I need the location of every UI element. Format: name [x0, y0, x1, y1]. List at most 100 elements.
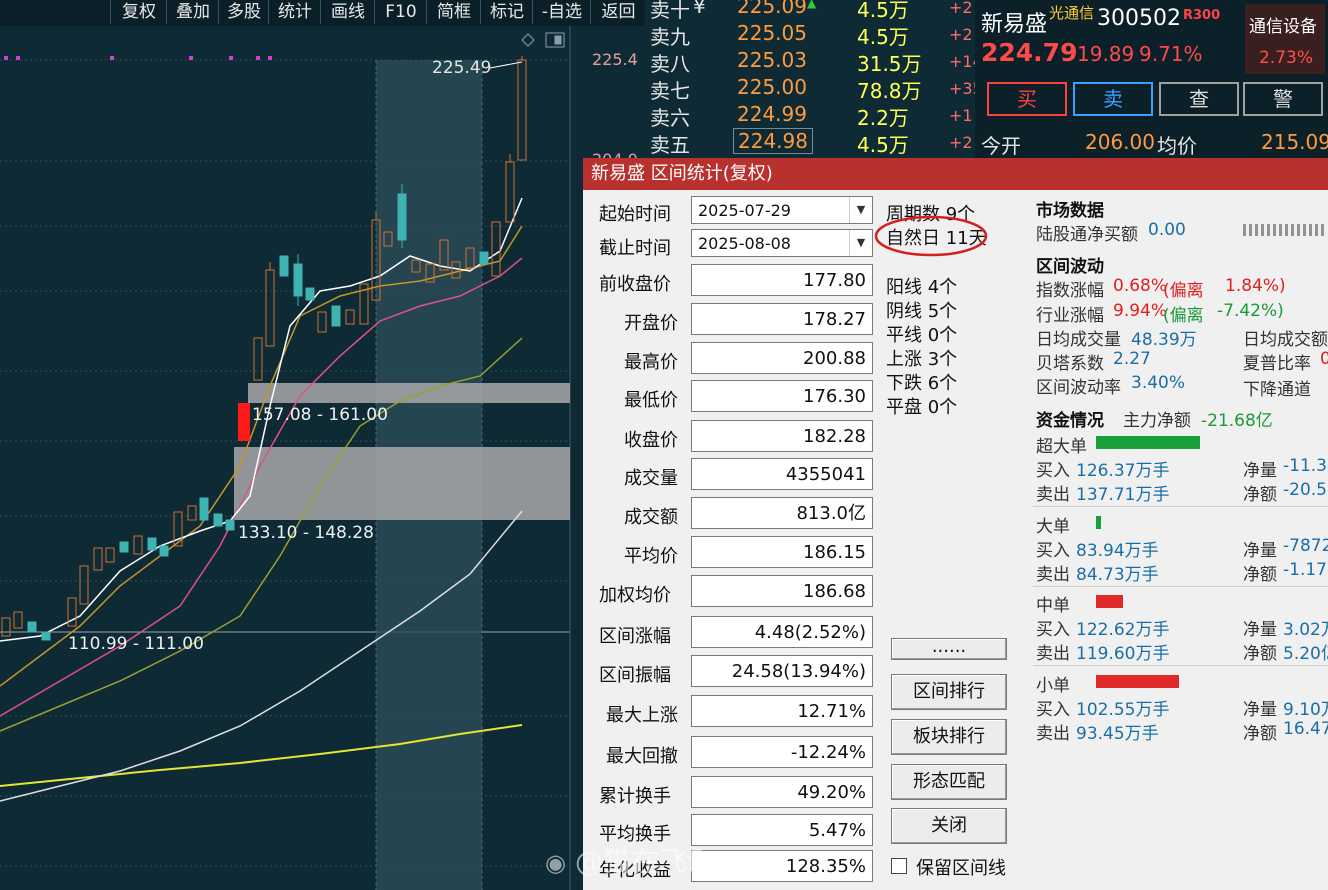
stat-value: 182.28 [691, 420, 873, 452]
stat-label: 成交额 [624, 507, 678, 528]
market-data-title: 市场数据 [1036, 201, 1104, 221]
volatility-rate-value: 3.40% [1131, 373, 1186, 393]
order-row[interactable]: 卖六 224.99 2.2万 +1 [645, 102, 975, 130]
buy-label: 买入 [1036, 700, 1070, 720]
sell-label: 卖出 [1036, 485, 1070, 505]
stat-label: 收盘价 [624, 430, 678, 451]
start-date-picker[interactable]: 2025-07-29 ▼ [691, 196, 873, 224]
buy-value: 102.55万手 [1076, 700, 1170, 720]
toolbar-button-draw[interactable]: 画线 [320, 0, 375, 24]
stock-code: 300502 [1097, 6, 1181, 31]
range-rank-button[interactable]: 区间排行 [891, 674, 1007, 710]
order-row[interactable]: 卖五 224.98 4.5万 +2 [645, 128, 975, 157]
chevron-down-icon[interactable]: ▼ [849, 197, 872, 223]
index-label: 指数涨幅 [1036, 281, 1104, 301]
pattern-match-button[interactable]: 形态匹配 [891, 764, 1007, 800]
avg-label: 均价 [1157, 134, 1197, 158]
index-dev-value: 1.84%) [1225, 276, 1286, 296]
order-row[interactable]: 卖九 225.05 4.5万 +2 [645, 21, 975, 49]
stat-value: -12.24% [691, 736, 873, 768]
candle-count: 平盘 0个 [886, 397, 958, 418]
keep-range-label: 保留区间线 [916, 858, 1006, 879]
stat-label: 平均价 [624, 546, 678, 567]
alert-button[interactable]: 警 [1243, 82, 1323, 116]
buy-label: 买入 [1036, 461, 1070, 481]
top-price-label: 225.49 [432, 58, 492, 78]
dialog-title: 新易盛 区间统计(复权) [591, 163, 773, 184]
avg-volume-label: 日均成交量 [1036, 330, 1121, 350]
toolbar-button-watchlist[interactable]: -自选 [532, 0, 591, 24]
stat-value: 186.15 [691, 536, 873, 568]
stat-value: 24.58(13.94%) [691, 655, 873, 687]
fund-group-name: 大单 [1036, 517, 1070, 537]
sell-button[interactable]: 卖 [1073, 82, 1153, 116]
more-button[interactable]: ...... [891, 638, 1007, 660]
buy-button[interactable]: 买 [987, 82, 1067, 116]
channel-label: 下降通道 [1243, 380, 1311, 400]
fund-bar [1096, 675, 1179, 688]
sell-value: 137.71万手 [1076, 485, 1170, 505]
candle-count: 上涨 3个 [886, 349, 958, 370]
toolbar-button-back[interactable]: 返回 [590, 0, 646, 24]
open-value: 206.00 [1085, 130, 1155, 154]
toolbar-button-multi-stock[interactable]: 多股 [218, 0, 269, 24]
buy-value: 83.94万手 [1076, 541, 1159, 561]
sell-value: 84.73万手 [1076, 565, 1159, 585]
sell-label: 卖出 [1036, 724, 1070, 744]
order-row[interactable]: 卖七 225.00 78.8万 +35 [645, 75, 983, 103]
order-row[interactable]: 卖十 ¥ 225.09 ▲ 4.5万 +2 [645, 0, 975, 22]
watermark: ◉ @猫在飞fly [545, 840, 721, 880]
sector-rank-button[interactable]: 板块排行 [891, 719, 1007, 755]
stat-label: 累计换手 [599, 786, 671, 807]
industry-label: 行业涨幅 [1036, 306, 1104, 326]
toolbar-button-mark[interactable]: 标记 [480, 0, 533, 24]
order-row[interactable]: 卖八 225.03 31.5万 +14 [645, 48, 983, 76]
query-button[interactable]: 查 [1159, 82, 1239, 116]
close-button[interactable]: 关闭 [891, 808, 1007, 844]
industry-dev-value: -7.42%) [1217, 301, 1284, 321]
stat-value: 178.27 [691, 303, 873, 335]
stat-label: 区间涨幅 [599, 626, 671, 647]
net-volume-value: -7872 [1283, 536, 1328, 556]
toolbar-button-restore-rights[interactable]: 复权 [110, 0, 167, 24]
stat-value: 813.0亿 [691, 497, 873, 529]
volatility-title: 区间波动 [1036, 257, 1104, 277]
stock-tag: 光通信 [1049, 4, 1095, 22]
keep-range-checkbox[interactable] [891, 858, 907, 874]
toolbar-button-f10[interactable]: F10 [374, 0, 427, 24]
sharpe-value: 0 [1320, 349, 1328, 369]
fund-group-small: 小单 买入 102.55万手 卖出 93.45万手 净量 9.10万 净额 16… [1036, 671, 1328, 745]
beta-value: 2.27 [1113, 349, 1151, 369]
divider [1033, 665, 1328, 666]
blurred-text [1243, 224, 1327, 236]
net-volume-label: 净量 [1243, 620, 1277, 640]
net-volume-value: -11.3 [1283, 456, 1327, 476]
zone-label-3: 110.99 - 111.00 [68, 634, 204, 654]
net-amount-label: 净额 [1243, 644, 1277, 664]
toolbar-button-simple-frame[interactable]: 简框 [426, 0, 481, 24]
dialog-title-bar[interactable]: 新易盛 区间统计(复权) [583, 158, 1328, 190]
zone-box-2 [234, 447, 570, 520]
kline-chart[interactable]: 225.49 225.4 204.0 157.08 - 161.00 133.1… [0, 26, 645, 890]
watermark-text: @猫在飞fly [574, 845, 722, 878]
chevron-down-icon[interactable]: ▼ [849, 230, 872, 256]
toolbar-button-statistics[interactable]: 统计 [268, 0, 321, 24]
sharpe-label: 夏普比率 [1243, 354, 1311, 374]
sell-label: 卖出 [1036, 644, 1070, 664]
avg-volume-value: 48.39万 [1131, 330, 1197, 350]
stat-label: 区间振幅 [599, 665, 671, 686]
stat-value: 12.71% [691, 695, 873, 727]
weibo-logo-icon: ◉ [545, 849, 566, 877]
sector-box[interactable]: 通信设备 2.73% [1245, 4, 1325, 74]
end-date-picker[interactable]: 2025-08-08 ▼ [691, 229, 873, 257]
toolbar-button-overlay[interactable]: 叠加 [166, 0, 219, 24]
avg-value: 215.09 [1261, 130, 1328, 154]
stat-label: 最低价 [624, 390, 678, 411]
avg-amount-label: 日均成交额 [1243, 330, 1328, 350]
candle-count: 阳线 4个 [886, 277, 958, 298]
stat-value: 49.20% [691, 776, 873, 808]
open-label: 今开 [981, 134, 1021, 158]
buy-label: 买入 [1036, 620, 1070, 640]
buy-value: 126.37万手 [1076, 461, 1170, 481]
candle-count: 阴线 5个 [886, 301, 958, 322]
